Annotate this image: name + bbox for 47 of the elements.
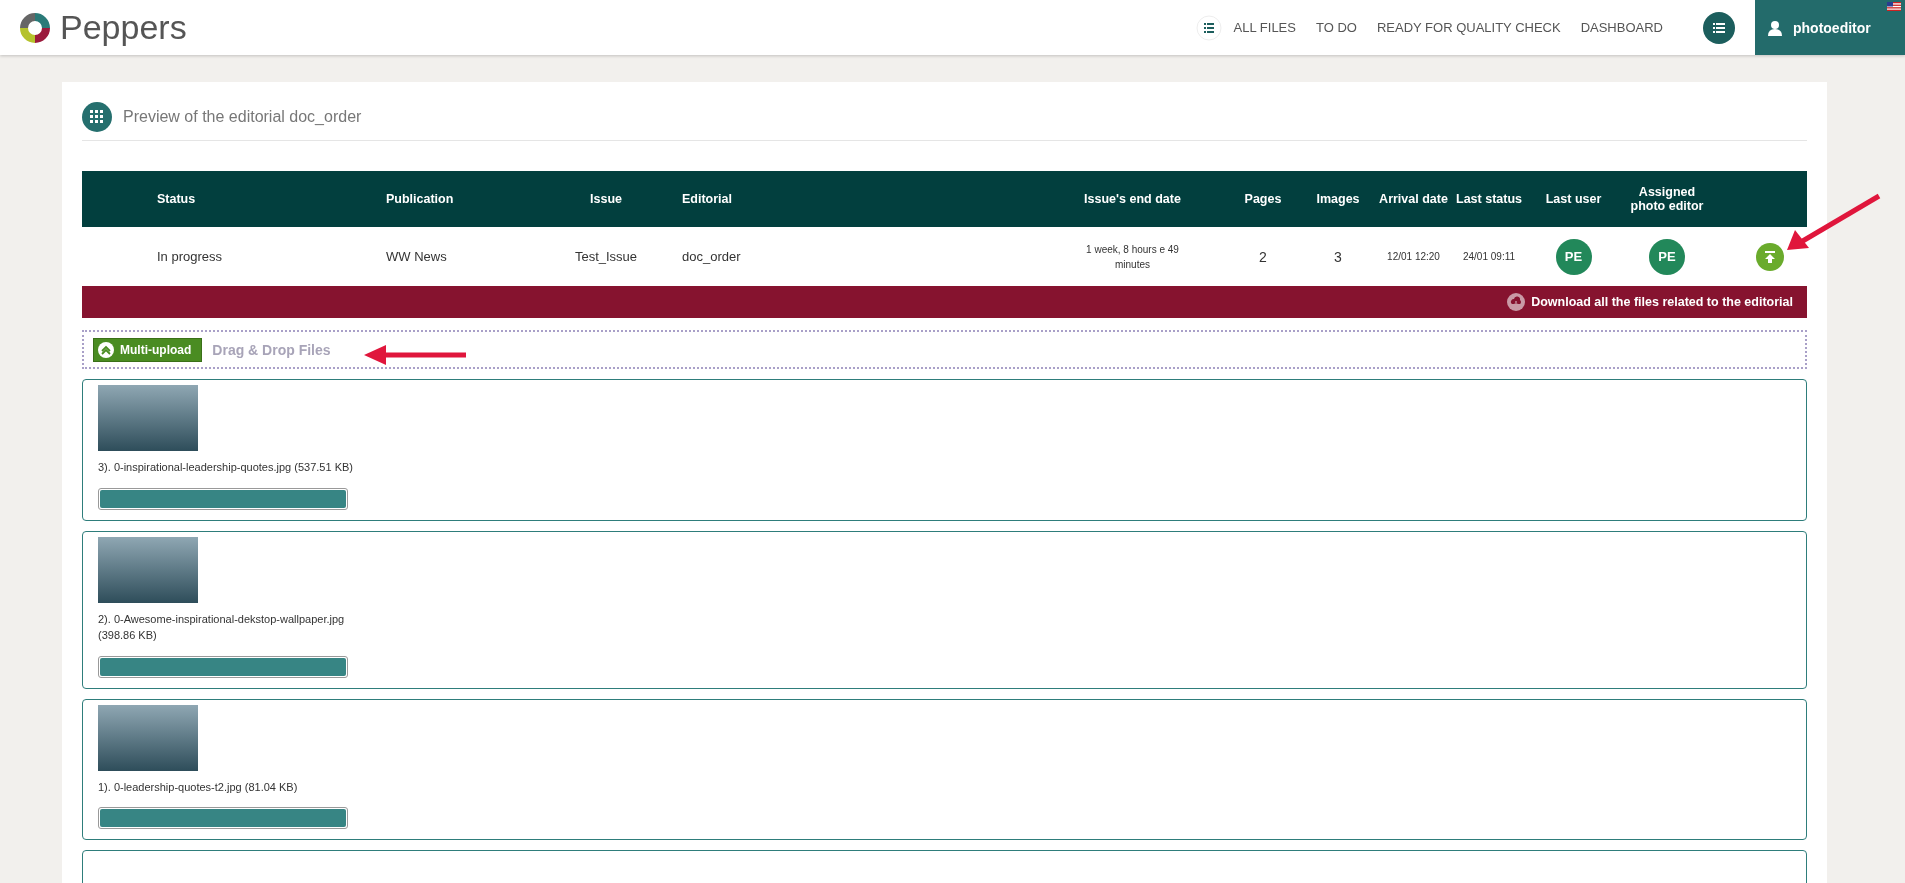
upload-icon bbox=[1763, 249, 1777, 264]
grid-icon bbox=[82, 102, 112, 132]
table-cell-text: In progress bbox=[157, 248, 224, 266]
download-bar[interactable]: Download all the files related to the editorial bbox=[82, 286, 1807, 318]
upload-icon bbox=[97, 340, 115, 359]
cloud-download-icon bbox=[1507, 293, 1526, 311]
column-header: Pages bbox=[1243, 191, 1283, 208]
nav-link[interactable]: ALL FILES bbox=[1233, 20, 1296, 35]
nav-link[interactable]: DASHBOARD bbox=[1580, 20, 1663, 35]
user-avatar: PE bbox=[1555, 238, 1592, 275]
list-icon[interactable] bbox=[1195, 14, 1222, 41]
file-name: 3). 0-inspirational-leadership-quotes.jpg (537.51 KB) bbox=[98, 460, 354, 475]
column-header: Editorial bbox=[682, 191, 733, 208]
column-header: Arrival date bbox=[1378, 191, 1449, 208]
user-avatar: PE bbox=[1649, 238, 1685, 275]
table-cell-text: WW News bbox=[386, 248, 448, 266]
column-header: Issue's end date bbox=[1083, 191, 1182, 208]
table-cell-text: 24/01 09:11 bbox=[1461, 250, 1517, 264]
nav-link[interactable]: READY FOR QUALITY CHECK bbox=[1376, 20, 1561, 35]
nav-link[interactable]: TO DO bbox=[1315, 20, 1357, 35]
column-header: Publication bbox=[386, 191, 455, 208]
table-cell-text: doc_order bbox=[682, 248, 742, 266]
page-title: Preview of the editorial doc_order bbox=[123, 108, 362, 126]
flag-icon[interactable] bbox=[1887, 2, 1901, 11]
column-header: Status bbox=[157, 191, 197, 208]
table-cell-text: 2 bbox=[1258, 247, 1268, 267]
table-cell-text: Test_Issue bbox=[573, 248, 639, 266]
column-header: Images bbox=[1315, 191, 1361, 208]
drop-hint: Drag & Drop Files bbox=[212, 341, 331, 358]
drop-zone[interactable]: Multi-upload Drag & Drop Files bbox=[82, 330, 1807, 369]
user-menu[interactable]: photoeditor bbox=[1755, 0, 1905, 55]
column-header: Issue bbox=[589, 191, 623, 208]
table-cell-text: 1 week, 8 hours e 49 minutes bbox=[1085, 242, 1180, 272]
user-icon bbox=[1767, 19, 1783, 36]
column-header: Assigned photo editor bbox=[1629, 184, 1705, 215]
table-cell-text: 3 bbox=[1333, 247, 1343, 267]
logo-text: Peppers bbox=[60, 8, 187, 47]
list-icon bbox=[1712, 20, 1726, 35]
logo-icon bbox=[18, 10, 52, 45]
upload-button[interactable] bbox=[1756, 242, 1784, 271]
table-cell-text: 12/01 12:20 bbox=[1386, 250, 1441, 264]
column-header: Last user bbox=[1544, 191, 1603, 208]
file-name: 2). 0-Awesome-inspirational-dekstop-wallpaper.jpg (398.86 KB) bbox=[98, 611, 346, 643]
list-button[interactable] bbox=[1703, 11, 1735, 44]
file-name: 1). 0-leadership-quotes-t2.jpg (81.04 KB) bbox=[98, 779, 299, 795]
multi-upload-button[interactable]: Multi-upload bbox=[93, 337, 203, 362]
column-header: Last status bbox=[1455, 191, 1523, 208]
